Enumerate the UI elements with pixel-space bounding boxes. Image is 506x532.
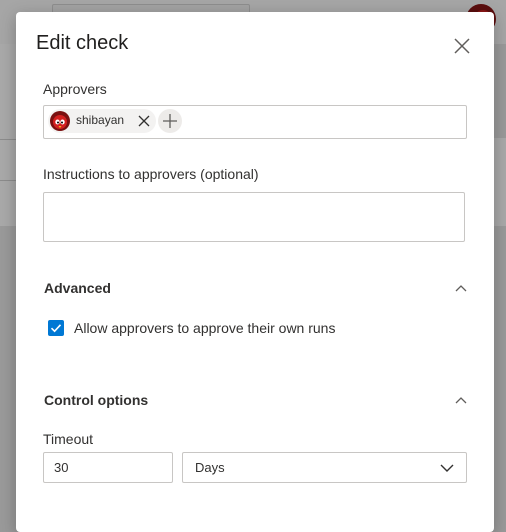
- add-icon: [163, 114, 177, 128]
- background-left-panel: [0, 44, 16, 226]
- control-options-section-header[interactable]: Control options: [44, 392, 148, 408]
- approver-name: shibayan: [76, 113, 125, 127]
- chevron-up-icon[interactable]: [454, 395, 468, 405]
- close-icon: [454, 38, 470, 54]
- chevron-up-icon[interactable]: [454, 283, 468, 293]
- edit-check-dialog: Edit check Approvers shibayan Instructio…: [16, 12, 494, 532]
- background-divider: [0, 180, 16, 181]
- dialog-title: Edit check: [36, 32, 129, 54]
- chevron-down-icon: [440, 464, 454, 472]
- timeout-unit-dropdown[interactable]: Days: [182, 452, 467, 483]
- approvers-picker[interactable]: shibayan: [43, 105, 467, 139]
- timeout-label: Timeout: [43, 431, 94, 447]
- timeout-unit-value: Days: [195, 460, 225, 475]
- background-divider: [0, 139, 16, 140]
- advanced-section-header[interactable]: Advanced: [44, 280, 111, 296]
- add-approver-button[interactable]: [158, 109, 182, 133]
- checkmark-icon: [50, 324, 62, 333]
- approver-chip: shibayan: [48, 109, 156, 133]
- allow-self-approve-label[interactable]: Allow approvers to approve their own run…: [74, 320, 335, 336]
- approver-avatar: [50, 111, 70, 131]
- background-right-panel: [494, 138, 506, 226]
- allow-self-approve-checkbox[interactable]: [48, 320, 64, 336]
- instructions-label: Instructions to approvers (optional): [43, 166, 259, 182]
- timeout-input[interactable]: [43, 452, 173, 483]
- remove-icon: [138, 115, 150, 127]
- close-button[interactable]: [450, 34, 474, 58]
- instructions-input[interactable]: [43, 192, 465, 242]
- remove-approver-button[interactable]: [134, 111, 154, 131]
- approvers-label: Approvers: [43, 81, 107, 97]
